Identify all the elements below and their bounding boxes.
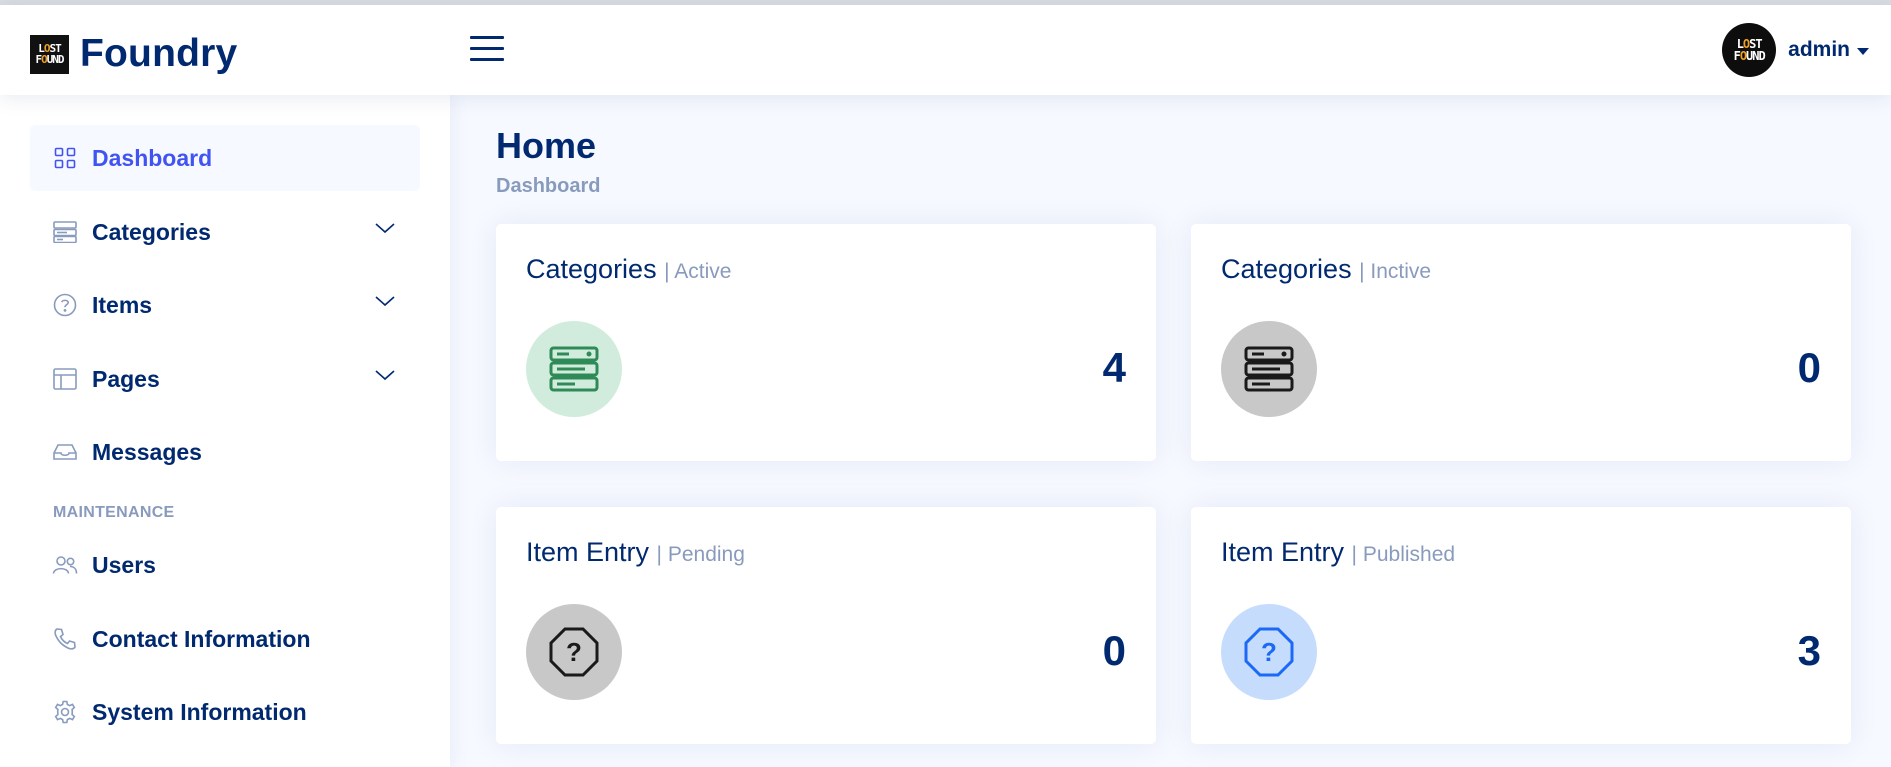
people-icon <box>52 552 78 578</box>
sidebar-item-system-information[interactable]: System Information <box>30 679 420 745</box>
gear-icon <box>52 699 78 725</box>
profile-dropdown-toggle[interactable]: LOST FOUND admin <box>1722 23 1869 77</box>
sidebar-item-label: Items <box>92 291 153 318</box>
server-icon <box>526 321 622 417</box>
chevron-down-icon <box>374 294 396 313</box>
sidebar-item-label: Contact Information <box>92 625 311 652</box>
card-item-entry-published: Item Entry | Published ? 3 <box>1191 507 1851 744</box>
card-count: 3 <box>1797 627 1821 674</box>
card-categories-inactive: Categories | Inctive 0 <box>1191 224 1851 461</box>
telephone-icon <box>52 626 78 652</box>
server-icon <box>1221 321 1317 417</box>
card-subtitle: | Pending <box>656 543 745 566</box>
question-circle-icon <box>52 292 78 318</box>
page-title-block: Home Dashboard <box>496 125 600 198</box>
avatar: LOST FOUND <box>1722 23 1777 77</box>
card-subtitle: | Active <box>664 260 732 283</box>
main-content: Home Dashboard Categories | Active 4 Cat… <box>450 95 1891 767</box>
profile-username: admin <box>1788 38 1850 61</box>
sidebar-item-dashboard[interactable]: Dashboard <box>30 125 420 191</box>
card-title: Item Entry | Published <box>1221 537 1456 567</box>
breadcrumb-item[interactable]: Dashboard <box>496 175 600 197</box>
sidebar-item-users[interactable]: Users <box>30 532 420 598</box>
question-octagon-icon: ? <box>1221 604 1317 700</box>
sidebar-item-contact-information[interactable]: Contact Information <box>30 606 420 672</box>
sidebar-item-messages[interactable]: Messages <box>30 419 420 485</box>
card-item-entry-pending: Item Entry | Pending ? 0 <box>496 507 1156 744</box>
server-icon <box>52 219 78 245</box>
breadcrumb: Dashboard <box>496 175 600 198</box>
sidebar-item-label: Dashboard <box>92 144 213 171</box>
brand-logo-image: LOST FOUND <box>30 34 69 74</box>
sidebar: Dashboard Categories Items Pages Message… <box>0 95 450 767</box>
toggle-sidebar-button[interactable] <box>470 33 506 65</box>
sidebar-item-label: System Information <box>92 698 307 725</box>
sidebar-item-label: Users <box>92 551 156 578</box>
question-octagon-icon: ? <box>526 604 622 700</box>
grid-icon <box>52 145 78 171</box>
sidebar-item-label: Messages <box>92 438 202 465</box>
brand-name: Foundry <box>80 32 238 75</box>
sidebar-item-categories[interactable]: Categories <box>30 199 420 265</box>
sidebar-item-pages[interactable]: Pages <box>30 346 420 412</box>
chevron-down-icon <box>374 368 396 387</box>
card-categories-active: Categories | Active 4 <box>496 224 1156 461</box>
card-count: 0 <box>1102 627 1126 674</box>
brand-logo-link[interactable]: LOST FOUND Foundry <box>30 32 237 76</box>
card-subtitle: | Inctive <box>1359 260 1432 283</box>
layout-icon <box>52 366 78 392</box>
card-count: 0 <box>1797 344 1821 391</box>
sidebar-item-items[interactable]: Items <box>30 272 420 338</box>
card-title: Categories | Active <box>526 254 732 284</box>
card-title: Item Entry | Pending <box>526 537 745 567</box>
sidebar-item-label: Categories <box>92 218 211 245</box>
svg-text:?: ? <box>1261 637 1277 667</box>
card-count: 4 <box>1102 344 1126 391</box>
card-subtitle: | Published <box>1351 543 1456 566</box>
chevron-down-icon <box>374 221 396 240</box>
top-header: LOST FOUND Foundry LOST FOUND admin <box>0 5 1891 95</box>
inbox-icon <box>52 439 78 465</box>
svg-text:?: ? <box>566 637 582 667</box>
sidebar-item-label: Pages <box>92 365 160 392</box>
caret-down-icon <box>1857 47 1869 55</box>
card-title: Categories | Inctive <box>1221 254 1432 284</box>
sidebar-section-heading: MAINTENANCE <box>53 504 175 521</box>
page-title: Home <box>496 125 597 166</box>
